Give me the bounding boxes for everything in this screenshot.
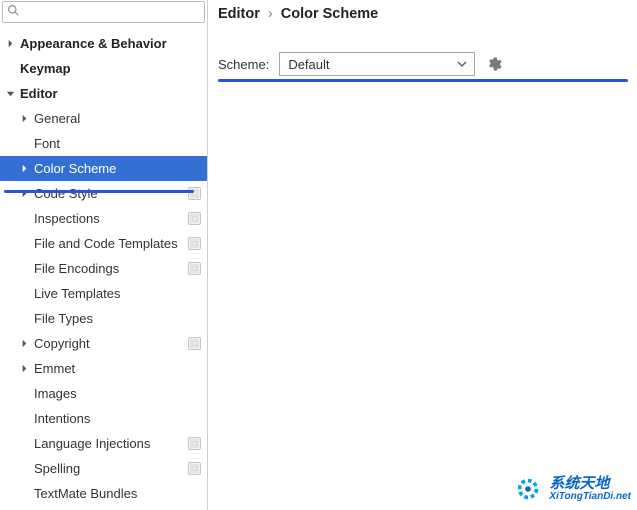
chevron-right-icon[interactable] [18,363,30,375]
sidebar-item-language-injections[interactable]: Language Injections [0,431,207,456]
sidebar-item-label: Keymap [16,61,71,76]
sidebar-item-label: Code Style [30,186,98,201]
sidebar-item-appearance-behavior[interactable]: Appearance & Behavior [0,31,207,56]
breadcrumb-parent: Editor [218,6,260,22]
project-scope-icon [188,437,201,450]
sidebar-item-label: Color Scheme [30,161,116,176]
sidebar-item-label: Editor [16,86,58,101]
watermark-url: XiTongTianDi.net [549,492,631,503]
sidebar-item-label: Language Injections [30,436,150,451]
project-scope-icon [188,262,201,275]
settings-sidebar: Appearance & Behavior Keymap Editor General… [0,0,208,510]
sidebar-item-label: Images [30,386,77,401]
sidebar-item-inspections[interactable]: Inspections [0,206,207,231]
sidebar-item-file-and-code-templates[interactable]: File and Code Templates [0,231,207,256]
watermark: 系统天地 XiTongTianDi.net [513,474,631,504]
search-bar [2,1,205,23]
sidebar-item-editor[interactable]: Editor [0,81,207,106]
breadcrumb-current: Color Scheme [281,6,379,22]
annotation-underline-main [218,79,628,82]
sidebar-item-label: File Types [30,311,93,326]
scheme-dropdown[interactable]: Default [279,52,475,76]
scheme-row: Scheme: Default [218,52,637,76]
breadcrumb-separator: › [268,6,273,22]
settings-tree: Appearance & Behavior Keymap Editor General… [0,27,207,510]
sidebar-item-color-scheme[interactable]: Color Scheme [0,156,207,181]
sidebar-item-images[interactable]: Images [0,381,207,406]
chevron-right-icon[interactable] [18,338,30,350]
sidebar-item-general[interactable]: General [0,106,207,131]
sidebar-item-code-style[interactable]: Code Style [0,181,207,206]
search-icon [3,4,24,20]
sidebar-item-textmate-bundles[interactable]: TextMate Bundles [0,481,207,506]
sidebar-item-label: Appearance & Behavior [16,36,167,51]
sidebar-item-file-types[interactable]: File Types [0,306,207,331]
project-scope-icon [188,237,201,250]
sidebar-item-file-encodings[interactable]: File Encodings [0,256,207,281]
project-scope-icon [188,462,201,475]
gear-icon[interactable] [485,55,503,73]
sidebar-item-spelling[interactable]: Spelling [0,456,207,481]
scheme-label: Scheme: [218,57,269,72]
sidebar-item-live-templates[interactable]: Live Templates [0,281,207,306]
project-scope-icon [188,187,201,200]
chevron-down-icon [454,53,470,75]
sidebar-item-label: Copyright [30,336,90,351]
sidebar-item-emmet[interactable]: Emmet [0,356,207,381]
project-scope-icon [188,212,201,225]
logo-icon [513,474,543,504]
chevron-right-icon[interactable] [18,113,30,125]
sidebar-item-label: File and Code Templates [30,236,178,251]
annotation-underline-tree [4,190,194,193]
search-input[interactable] [24,3,204,21]
sidebar-item-label: General [30,111,80,126]
sidebar-item-label: Font [30,136,60,151]
chevron-right-icon[interactable] [18,163,30,175]
sidebar-item-keymap[interactable]: Keymap [0,56,207,81]
sidebar-item-label: TextMate Bundles [30,486,137,501]
sidebar-item-intentions[interactable]: Intentions [0,406,207,431]
breadcrumb: Editor › Color Scheme [218,2,637,26]
chevron-right-icon[interactable] [4,38,16,50]
sidebar-item-label: Inspections [30,211,100,226]
project-scope-icon [188,337,201,350]
sidebar-item-label: Intentions [30,411,90,426]
main-panel: Editor › Color Scheme Scheme: Default [208,0,637,510]
sidebar-item-label: File Encodings [30,261,119,276]
chevron-down-icon[interactable] [4,88,16,100]
sidebar-item-font[interactable]: Font [0,131,207,156]
sidebar-item-label: Live Templates [30,286,120,301]
scheme-dropdown-value: Default [288,57,329,72]
sidebar-item-label: Emmet [30,361,75,376]
sidebar-item-copyright[interactable]: Copyright [0,331,207,356]
search-wrap [0,0,207,27]
sidebar-item-label: Spelling [30,461,80,476]
watermark-title: 系统天地 [549,476,631,492]
